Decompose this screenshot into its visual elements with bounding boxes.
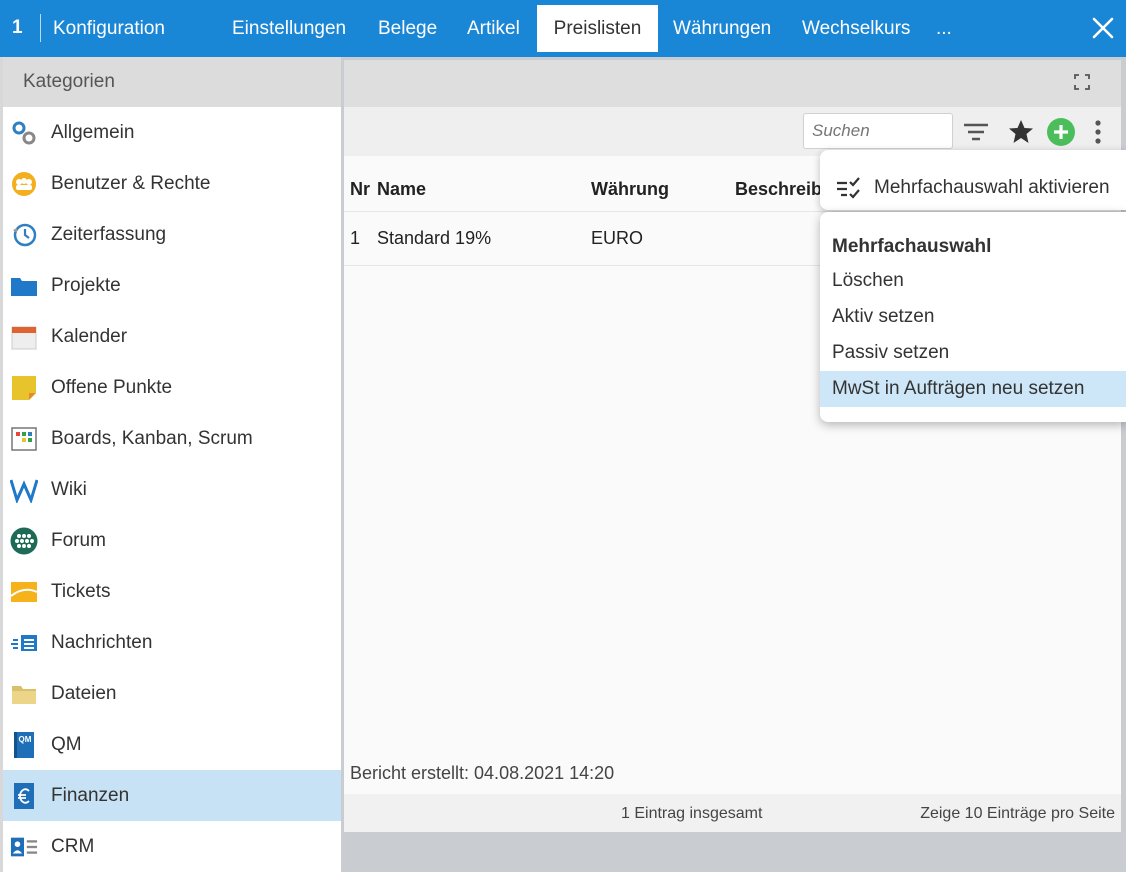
- expand-icon[interactable]: [1073, 73, 1091, 91]
- sidebar-item-boards[interactable]: Boards, Kanban, Scrum: [3, 413, 341, 464]
- messages-icon: [10, 629, 38, 657]
- sidebar-item-offene-punkte[interactable]: Offene Punkte: [3, 362, 341, 413]
- multi-select-menu: Mehrfachauswahl Löschen Aktiv setzen Pas…: [820, 212, 1126, 422]
- sidebar-item-nachrichten[interactable]: Nachrichten: [3, 617, 341, 668]
- files-icon: [10, 680, 38, 708]
- euro-icon: [10, 782, 38, 810]
- toolbar: [344, 107, 1121, 156]
- checklist-icon: [837, 177, 860, 199]
- multi-select-activate-label: Mehrfachauswahl aktivieren: [874, 177, 1110, 198]
- close-icon[interactable]: [1090, 15, 1116, 41]
- menu-item-mwst-neu-setzen[interactable]: MwSt in Aufträgen neu setzen: [820, 371, 1126, 407]
- sidebar-header: Kategorien: [3, 57, 341, 107]
- column-header-waehrung[interactable]: Währung: [591, 168, 669, 211]
- sidebar-item-label: Zeiterfassung: [51, 223, 167, 245]
- report-timestamp: Bericht erstellt: 04.08.2021 14:20: [350, 763, 615, 783]
- cell-name: Standard 19%: [377, 228, 492, 248]
- sidebar-item-projekte[interactable]: Projekte: [3, 260, 341, 311]
- sidebar-item-qm[interactable]: QM QM: [3, 719, 341, 770]
- tab-belege[interactable]: Belege: [363, 5, 452, 52]
- board-icon: [10, 425, 38, 453]
- sidebar-item-label: Tickets: [51, 580, 111, 602]
- tab-waehrungen[interactable]: Währungen: [658, 5, 786, 52]
- divider: [40, 14, 41, 42]
- sticky-note-icon: [10, 374, 38, 402]
- sidebar-item-label: QM: [51, 733, 82, 755]
- page-title: Konfiguration: [53, 18, 165, 39]
- sidebar-item-tickets[interactable]: Tickets: [3, 566, 341, 617]
- sidebar-item-forum[interactable]: Forum: [3, 515, 341, 566]
- sidebar-item-finanzen[interactable]: Finanzen: [3, 770, 341, 821]
- users-icon: [10, 170, 38, 198]
- more-vertical-icon[interactable]: [1084, 118, 1112, 146]
- wiki-icon: [10, 476, 38, 504]
- gears-icon: [10, 119, 38, 147]
- tab-einstellungen[interactable]: Einstellungen: [217, 5, 361, 52]
- add-icon[interactable]: [1047, 118, 1075, 146]
- qm-icon: QM: [10, 731, 38, 759]
- sidebar-item-crm[interactable]: CRM: [3, 821, 341, 872]
- column-header-beschreibung[interactable]: Beschreib: [735, 168, 822, 211]
- star-icon[interactable]: [1007, 118, 1035, 146]
- forum-icon: [10, 527, 38, 555]
- sidebar-item-label: Allgemein: [51, 121, 135, 143]
- multi-select-toggle[interactable]: Mehrfachauswahl aktivieren: [820, 150, 1126, 210]
- window-number: 1: [12, 17, 23, 38]
- column-header-name[interactable]: Name: [377, 168, 426, 211]
- sidebar-item-label: Finanzen: [51, 784, 130, 806]
- top-bar: 1 Konfiguration Einstellungen Belege Art…: [0, 0, 1126, 57]
- sidebar-item-label: Benutzer & Rechte: [51, 172, 211, 194]
- menu-item-loeschen[interactable]: Löschen: [820, 263, 1126, 299]
- sidebar-item-label: Nachrichten: [51, 631, 153, 653]
- menu-item-passiv-setzen[interactable]: Passiv setzen: [820, 335, 1126, 371]
- panel-header: [344, 60, 1121, 107]
- sidebar-item-benutzer[interactable]: Benutzer & Rechte: [3, 158, 341, 209]
- tab-more[interactable]: ...: [921, 5, 967, 52]
- sidebar-item-zeiterfassung[interactable]: Zeiterfassung: [3, 209, 341, 260]
- sidebar-item-dateien[interactable]: Dateien: [3, 668, 341, 719]
- calendar-icon: [10, 323, 38, 351]
- crm-icon: [10, 833, 38, 861]
- table-footer: 1 Eintrag insgesamt Zeige 10 Einträge pr…: [344, 794, 1121, 832]
- sidebar-item-label: Projekte: [51, 274, 121, 296]
- menu-item-aktiv-setzen[interactable]: Aktiv setzen: [820, 299, 1126, 335]
- sidebar: Kategorien Allgemein Benutzer & Rechte Z…: [0, 57, 341, 872]
- sidebar-item-wiki[interactable]: Wiki: [3, 464, 341, 515]
- qm-icon-text: QM: [19, 735, 32, 744]
- sidebar-item-label: Wiki: [51, 478, 87, 500]
- sidebar-item-label: Dateien: [51, 682, 117, 704]
- cell-nr: 1: [350, 228, 361, 248]
- sidebar-item-label: CRM: [51, 835, 95, 857]
- sidebar-item-label: Forum: [51, 529, 106, 551]
- sidebar-item-label: Offene Punkte: [51, 376, 173, 398]
- search-input[interactable]: [803, 113, 953, 149]
- page-size-selector[interactable]: Zeige 10 Einträge pro Seite: [920, 805, 1115, 823]
- tab-artikel[interactable]: Artikel: [452, 5, 535, 52]
- total-count: 1 Eintrag insgesamt: [621, 805, 763, 822]
- tab-preislisten[interactable]: Preislisten: [537, 5, 658, 52]
- column-header-nr[interactable]: Nr: [350, 168, 370, 211]
- filter-icon[interactable]: [962, 118, 990, 146]
- sidebar-item-allgemein[interactable]: Allgemein: [3, 107, 341, 158]
- cell-waehrung: EURO: [591, 228, 644, 248]
- ticket-icon: [10, 578, 38, 606]
- sidebar-item-label: Kalender: [51, 325, 128, 347]
- sidebar-item-label: Boards, Kanban, Scrum: [51, 427, 253, 449]
- folder-icon: [10, 272, 38, 300]
- tab-wechselkurs[interactable]: Wechselkurs: [787, 5, 925, 52]
- clock-icon: [10, 221, 38, 249]
- menu-section-header: Mehrfachauswahl: [832, 236, 992, 257]
- sidebar-item-kalender[interactable]: Kalender: [3, 311, 341, 362]
